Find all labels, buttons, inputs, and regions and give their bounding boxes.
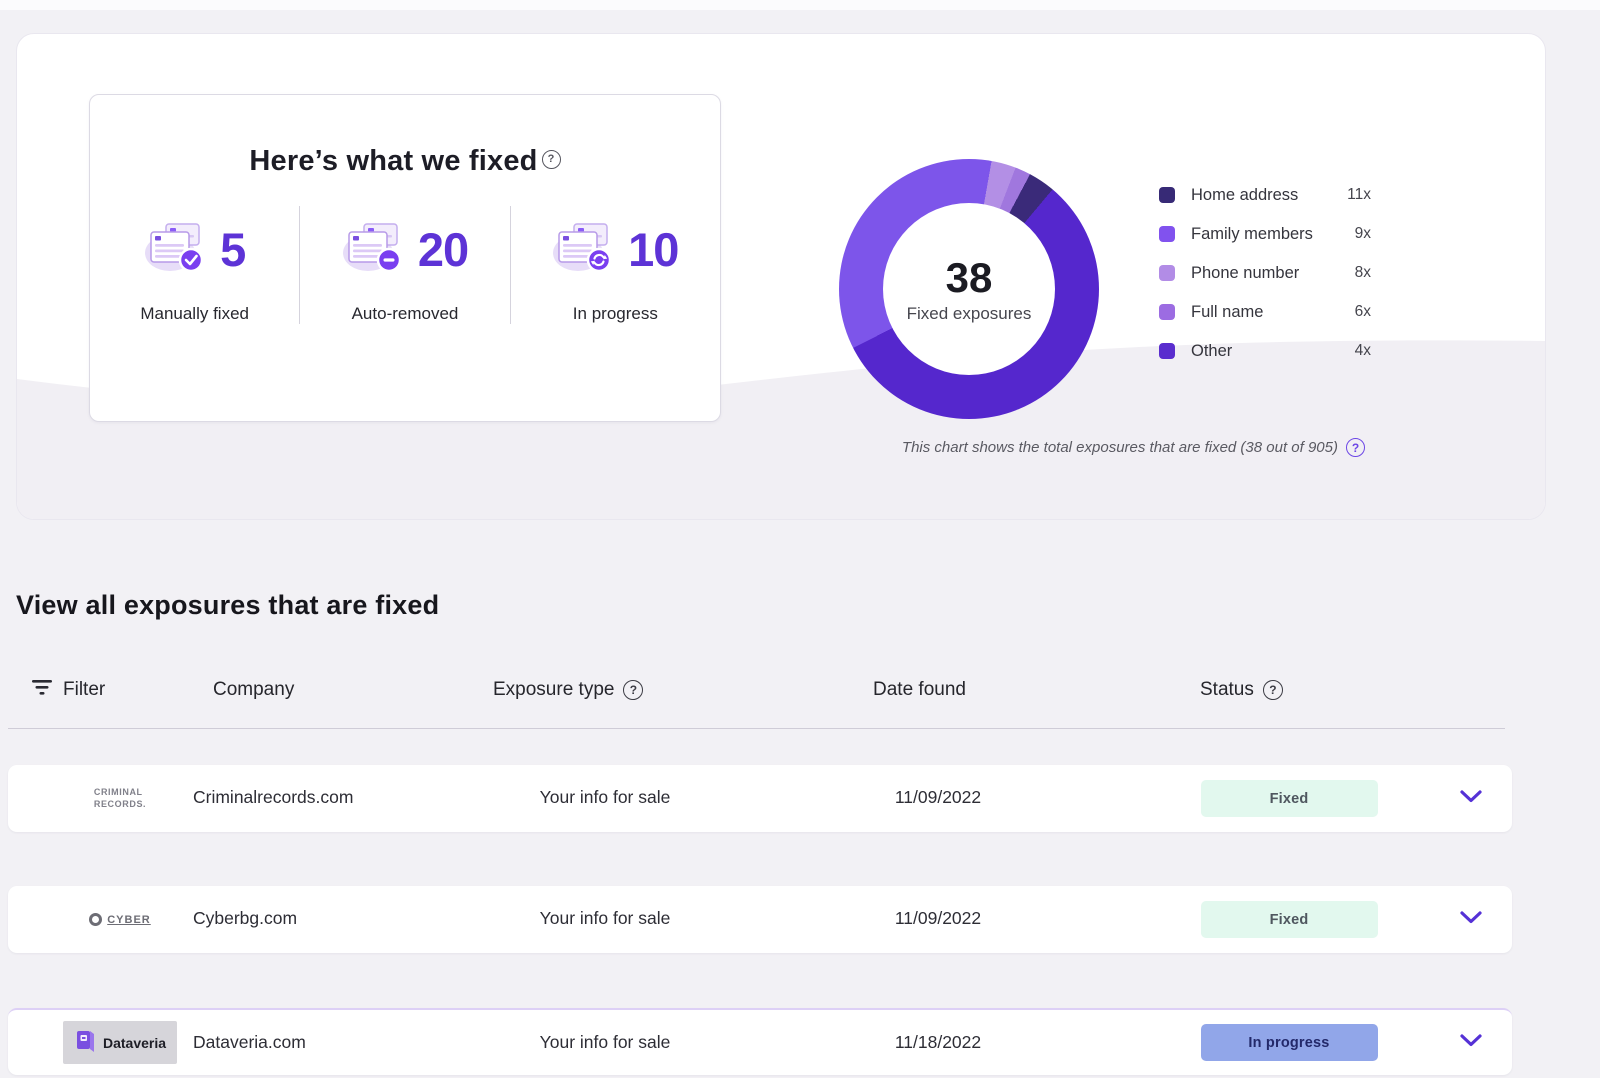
legend-item-phone-number: Phone number 8x [1159,260,1371,286]
fixed-summary-card: Here’s what we fixed? [89,94,721,422]
chart-caption-text: This chart shows the total exposures tha… [902,439,1338,456]
fixed-summary-title: Here’s what we fixed? [90,145,720,178]
dataveria-logo-icon [74,1028,96,1057]
exposure-type: Your info for sale [520,1010,690,1075]
help-icon[interactable]: ? [542,150,561,169]
donut-center: 38 Fixed exposures [883,203,1055,375]
company-logo-cyberbg: CYBER [60,886,180,953]
help-icon[interactable]: ? [623,680,643,700]
chart-caption: This chart shows the total exposures tha… [902,438,1365,457]
legend-swatch [1159,304,1175,320]
company-name: Cyberbg.com [193,886,297,951]
status-badge: In progress [1201,1024,1378,1061]
summary-panel: Here’s what we fixed? [16,33,1546,520]
column-header-exposure-type: Exposure type ? [493,672,643,708]
chart-legend: Home address 11x Family members 9x Phone… [1159,182,1371,377]
donut-ring: 38 Fixed exposures [839,159,1099,419]
help-icon[interactable]: ? [1346,438,1365,457]
company-name: Criminalrecords.com [193,765,353,830]
company-logo-dataveria: Dataveria [60,1010,180,1075]
stat-value: 5 [220,222,245,277]
date-found: 11/18/2022 [868,1010,1008,1075]
stat-label: Auto-removed [352,304,459,324]
expand-row-button[interactable] [1460,886,1482,953]
table-header-divider [8,728,1505,729]
stat-label: In progress [573,304,658,324]
legend-swatch [1159,343,1175,359]
legend-swatch [1159,226,1175,242]
fixed-stats: 5 Manually fixed [90,206,720,324]
filter-icon [30,677,54,703]
legend-item-family-members: Family members 9x [1159,221,1371,247]
donut-center-label: Fixed exposures [907,304,1032,324]
expand-row-button[interactable] [1460,765,1482,832]
document-minus-icon [342,219,406,280]
stat-auto-removed: 20 Auto-removed [299,206,509,324]
top-edge-strip [0,0,1600,10]
fixed-summary-title-text: Here’s what we fixed [249,145,537,177]
table-row[interactable]: CYBER Cyberbg.com Your info for sale 11/… [8,886,1512,953]
table-header-row: Filter Company Exposure type ? Date foun… [0,672,1530,708]
date-found: 11/09/2022 [868,765,1008,830]
stat-value: 20 [418,222,468,277]
table-row[interactable]: Dataveria Dataveria.com Your info for sa… [8,1008,1512,1075]
column-header-status: Status ? [1200,672,1283,708]
donut-center-value: 38 [946,254,993,302]
chevron-down-icon [1460,1034,1482,1052]
legend-item-full-name: Full name 6x [1159,299,1371,325]
company-name: Dataveria.com [193,1010,306,1075]
column-header-company: Company [213,672,294,708]
date-found: 11/09/2022 [868,886,1008,951]
chevron-down-icon [1460,790,1482,808]
help-icon[interactable]: ? [1263,680,1283,700]
legend-item-other: Other 4x [1159,338,1371,364]
company-logo-criminalrecords: CRIMINAL RECORDS. [60,765,180,832]
exposure-type: Your info for sale [520,765,690,830]
stat-label: Manually fixed [140,304,249,324]
stat-value: 10 [628,222,678,277]
document-refresh-icon [552,219,616,280]
status-badge: Fixed [1201,780,1378,817]
exposure-type: Your info for sale [520,886,690,951]
legend-swatch [1159,187,1175,203]
column-header-date-found: Date found [873,672,966,708]
section-heading: View all exposures that are fixed [16,590,439,621]
filter-button[interactable]: Filter [30,672,105,708]
document-check-icon [144,219,208,280]
chevron-down-icon [1460,911,1482,929]
status-badge: Fixed [1201,901,1378,938]
legend-item-home-address: Home address 11x [1159,182,1371,208]
expand-row-button[interactable] [1460,1010,1482,1075]
legend-swatch [1159,265,1175,281]
stat-manually-fixed: 5 Manually fixed [90,206,299,324]
stat-in-progress: 10 In progress [510,206,720,324]
table-row[interactable]: CRIMINAL RECORDS. Criminalrecords.com Yo… [8,765,1512,832]
cyber-logo-icon [89,913,102,926]
